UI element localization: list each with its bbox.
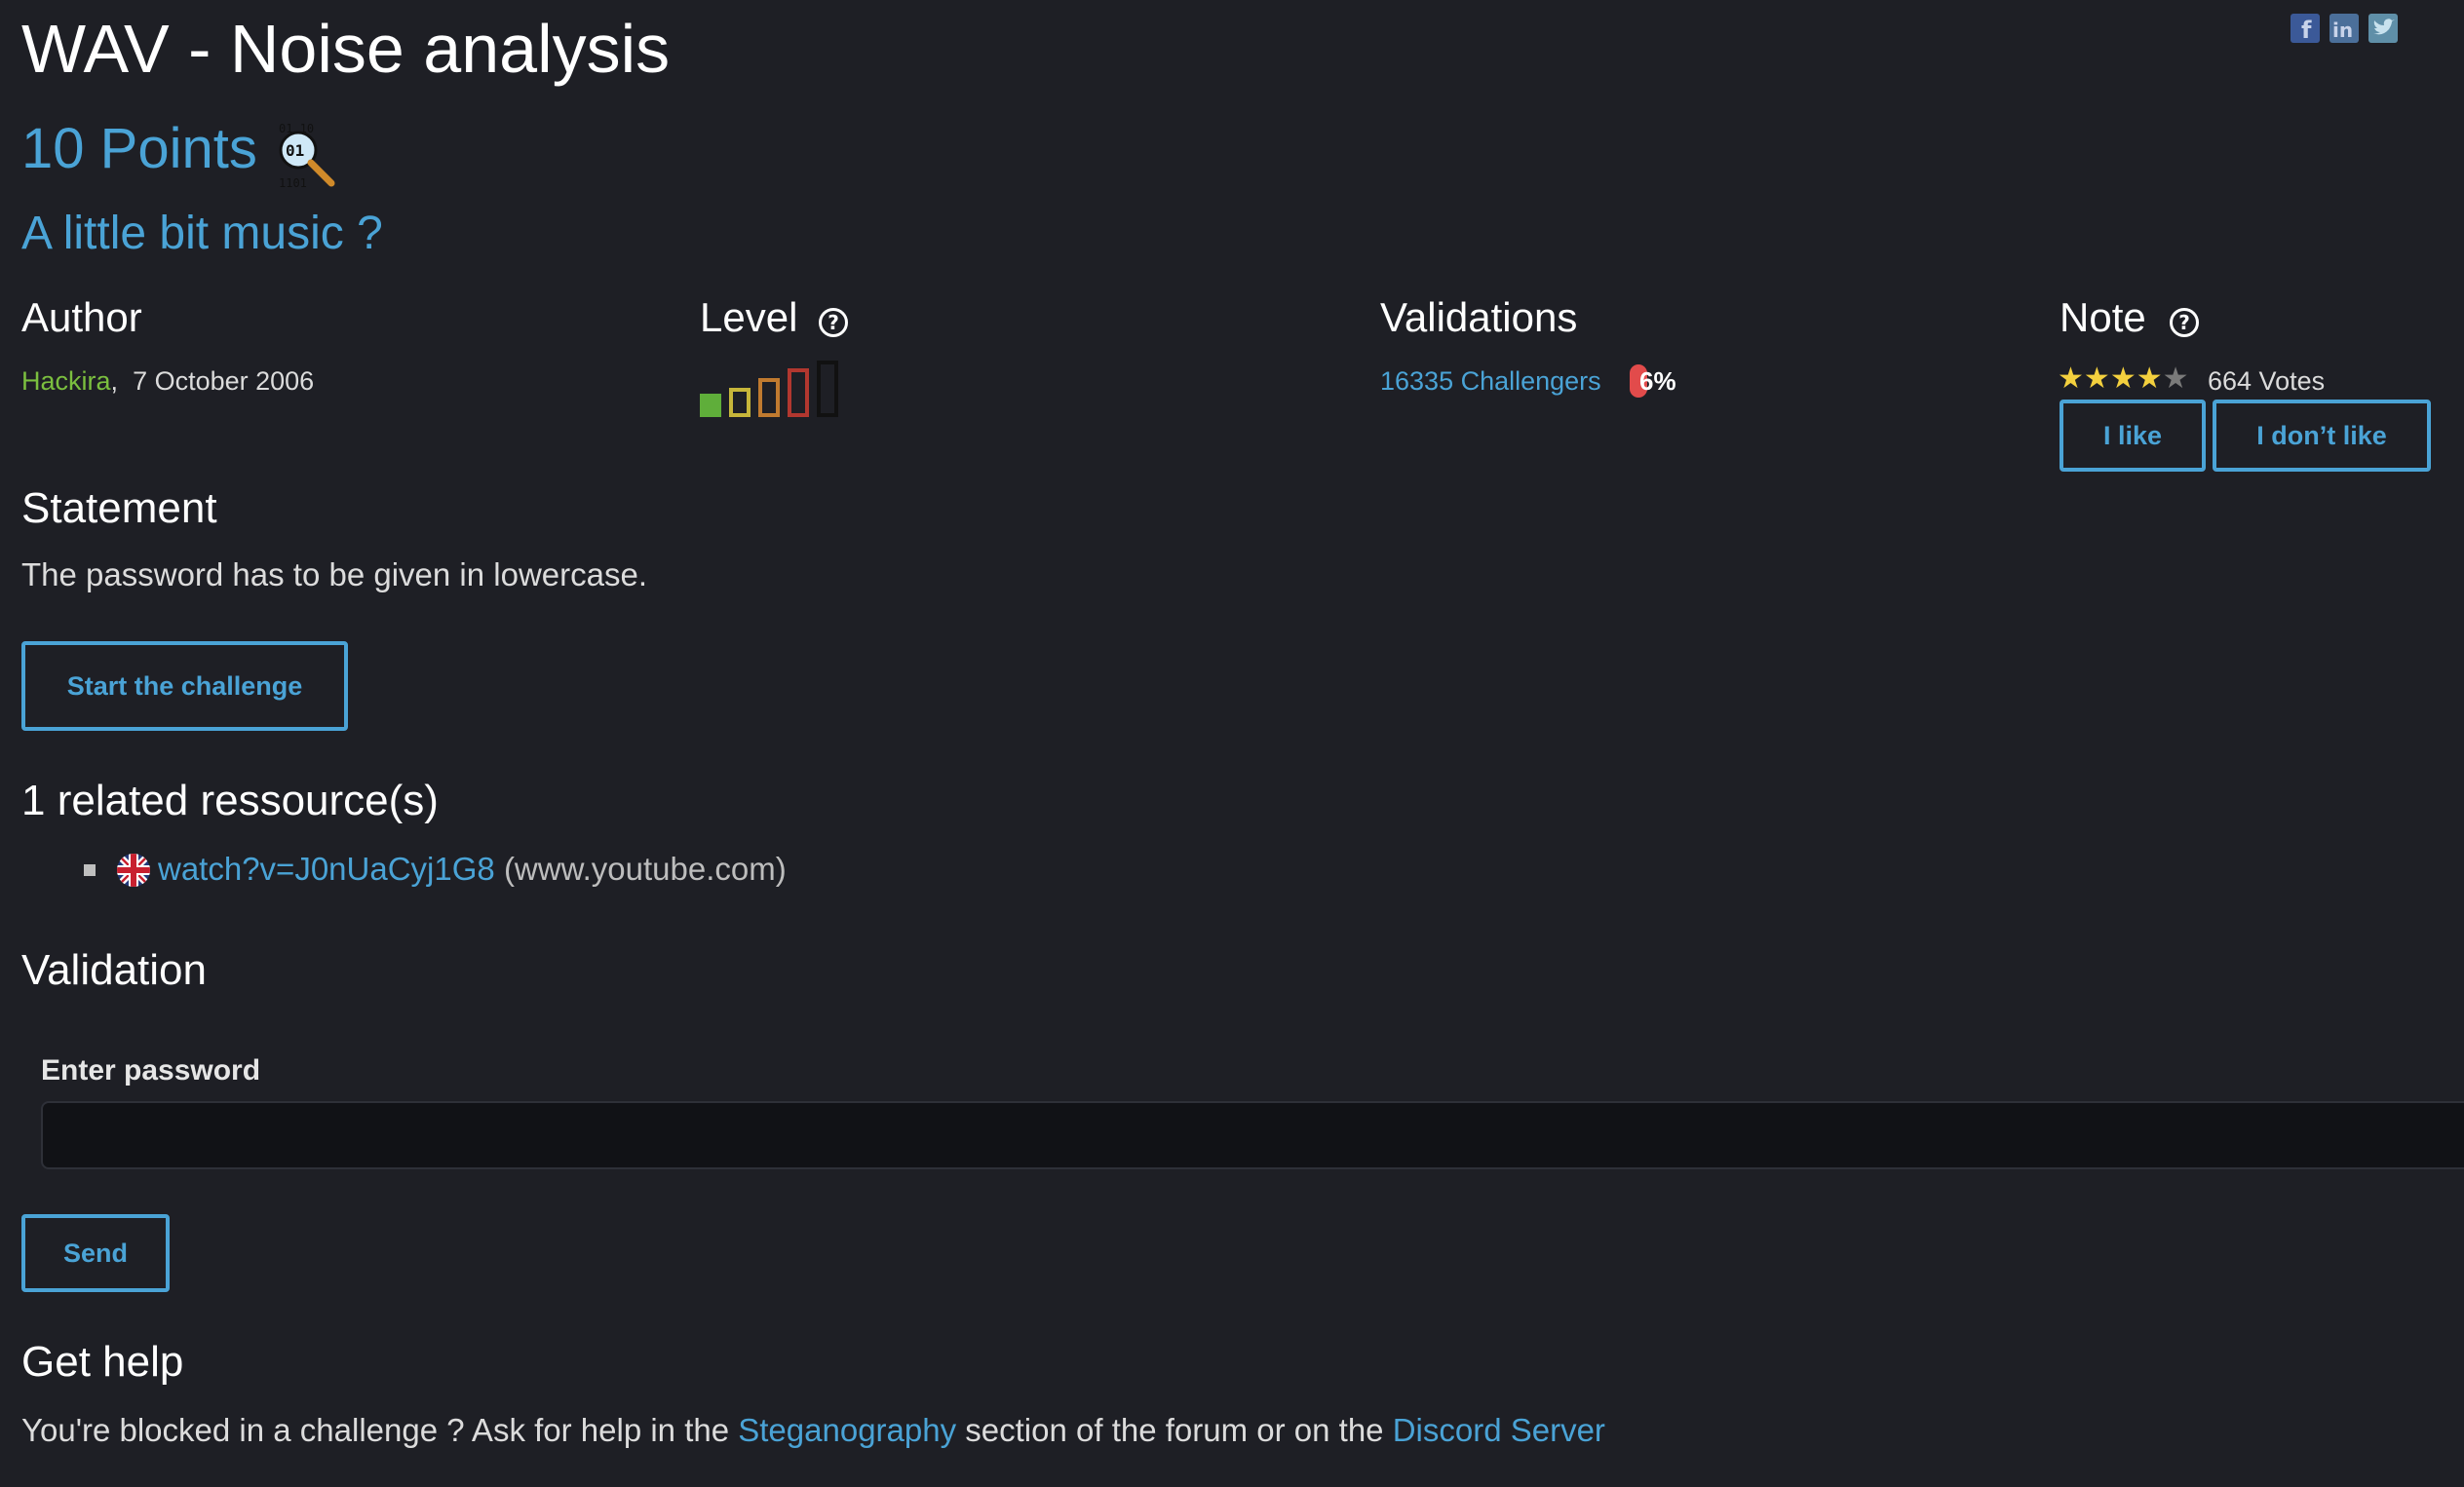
steganography-link[interactable]: Steganography <box>738 1412 956 1448</box>
dislike-button[interactable]: I don’t like <box>2213 400 2431 472</box>
star-icon: ★ <box>2136 362 2163 395</box>
resource-domain: (www.youtube.com) <box>503 851 787 887</box>
author-heading: Author <box>21 294 142 340</box>
svg-text:1101: 1101 <box>279 176 307 189</box>
level-bar-3 <box>758 378 780 417</box>
validation-heading: Validation <box>21 946 207 994</box>
statement-heading: Statement <box>21 484 217 532</box>
discord-link[interactable]: Discord Server <box>1393 1412 1605 1448</box>
level-indicator <box>700 359 846 419</box>
author-date: 7 October 2006 <box>133 366 315 396</box>
star-rating: ★★★★★ <box>2058 362 2189 396</box>
resource-link[interactable]: watch?v=J0nUaCyj1G8 <box>158 851 495 887</box>
note-heading: Note <box>2060 294 2146 340</box>
note-help-icon[interactable]: ? <box>2170 308 2199 337</box>
like-button[interactable]: I like <box>2060 400 2206 472</box>
facebook-icon[interactable]: f <box>2291 14 2320 44</box>
statement-text: The password has to be given in lowercas… <box>21 556 648 592</box>
help-heading: Get help <box>21 1338 184 1386</box>
star-icon: ★ <box>2058 362 2084 395</box>
resource-item: watch?v=J0nUaCyj1G8 (www.youtube.com) <box>158 848 787 891</box>
validation-percent: 6% <box>1639 366 1676 396</box>
level-bar-4 <box>788 368 809 417</box>
svg-text:f: f <box>2301 17 2312 43</box>
level-help-icon[interactable]: ? <box>819 308 848 337</box>
twitter-icon[interactable] <box>2368 14 2398 43</box>
help-text: You're blocked in a challenge ? Ask for … <box>21 1409 1605 1452</box>
help-text-middle: section of the forum or on the <box>956 1412 1393 1448</box>
start-challenge-button[interactable]: Start the challenge <box>21 641 348 731</box>
validations-heading: Validations <box>1380 294 1578 340</box>
level-bar-1 <box>700 394 721 417</box>
author-separator: , <box>110 366 119 396</box>
challenge-subtitle: A little bit music ? <box>21 208 383 259</box>
level-heading: Level <box>700 294 798 340</box>
password-label: Enter password <box>41 1054 261 1087</box>
linkedin-icon[interactable]: in <box>2329 14 2359 43</box>
svg-text:in: in <box>2332 19 2353 42</box>
magnifier-binary-icon: 01 10 1101 01 <box>273 119 343 190</box>
points-value: 10 Points <box>21 117 257 180</box>
level-bar-5 <box>817 361 838 417</box>
challengers-link[interactable]: 16335 Challengers <box>1380 364 1601 398</box>
star-icon: ★ <box>2109 362 2137 395</box>
author-line: Hackira, 7 October 2006 <box>21 364 314 398</box>
uk-flag-icon <box>117 854 150 887</box>
send-button[interactable]: Send <box>21 1214 170 1292</box>
star-empty-icon: ★ <box>2162 362 2189 395</box>
password-input[interactable] <box>41 1101 2464 1169</box>
level-bar-2 <box>729 388 751 417</box>
resources-heading: 1 related ressource(s) <box>21 777 439 824</box>
page-title: WAV - Noise analysis <box>21 11 671 87</box>
help-text-start: You're blocked in a challenge ? Ask for … <box>21 1412 739 1448</box>
votes-count: 664 Votes <box>2208 366 2326 396</box>
svg-text:01: 01 <box>286 141 304 160</box>
author-link[interactable]: Hackira <box>21 366 111 396</box>
list-bullet <box>84 864 96 876</box>
star-icon: ★ <box>2083 362 2110 395</box>
